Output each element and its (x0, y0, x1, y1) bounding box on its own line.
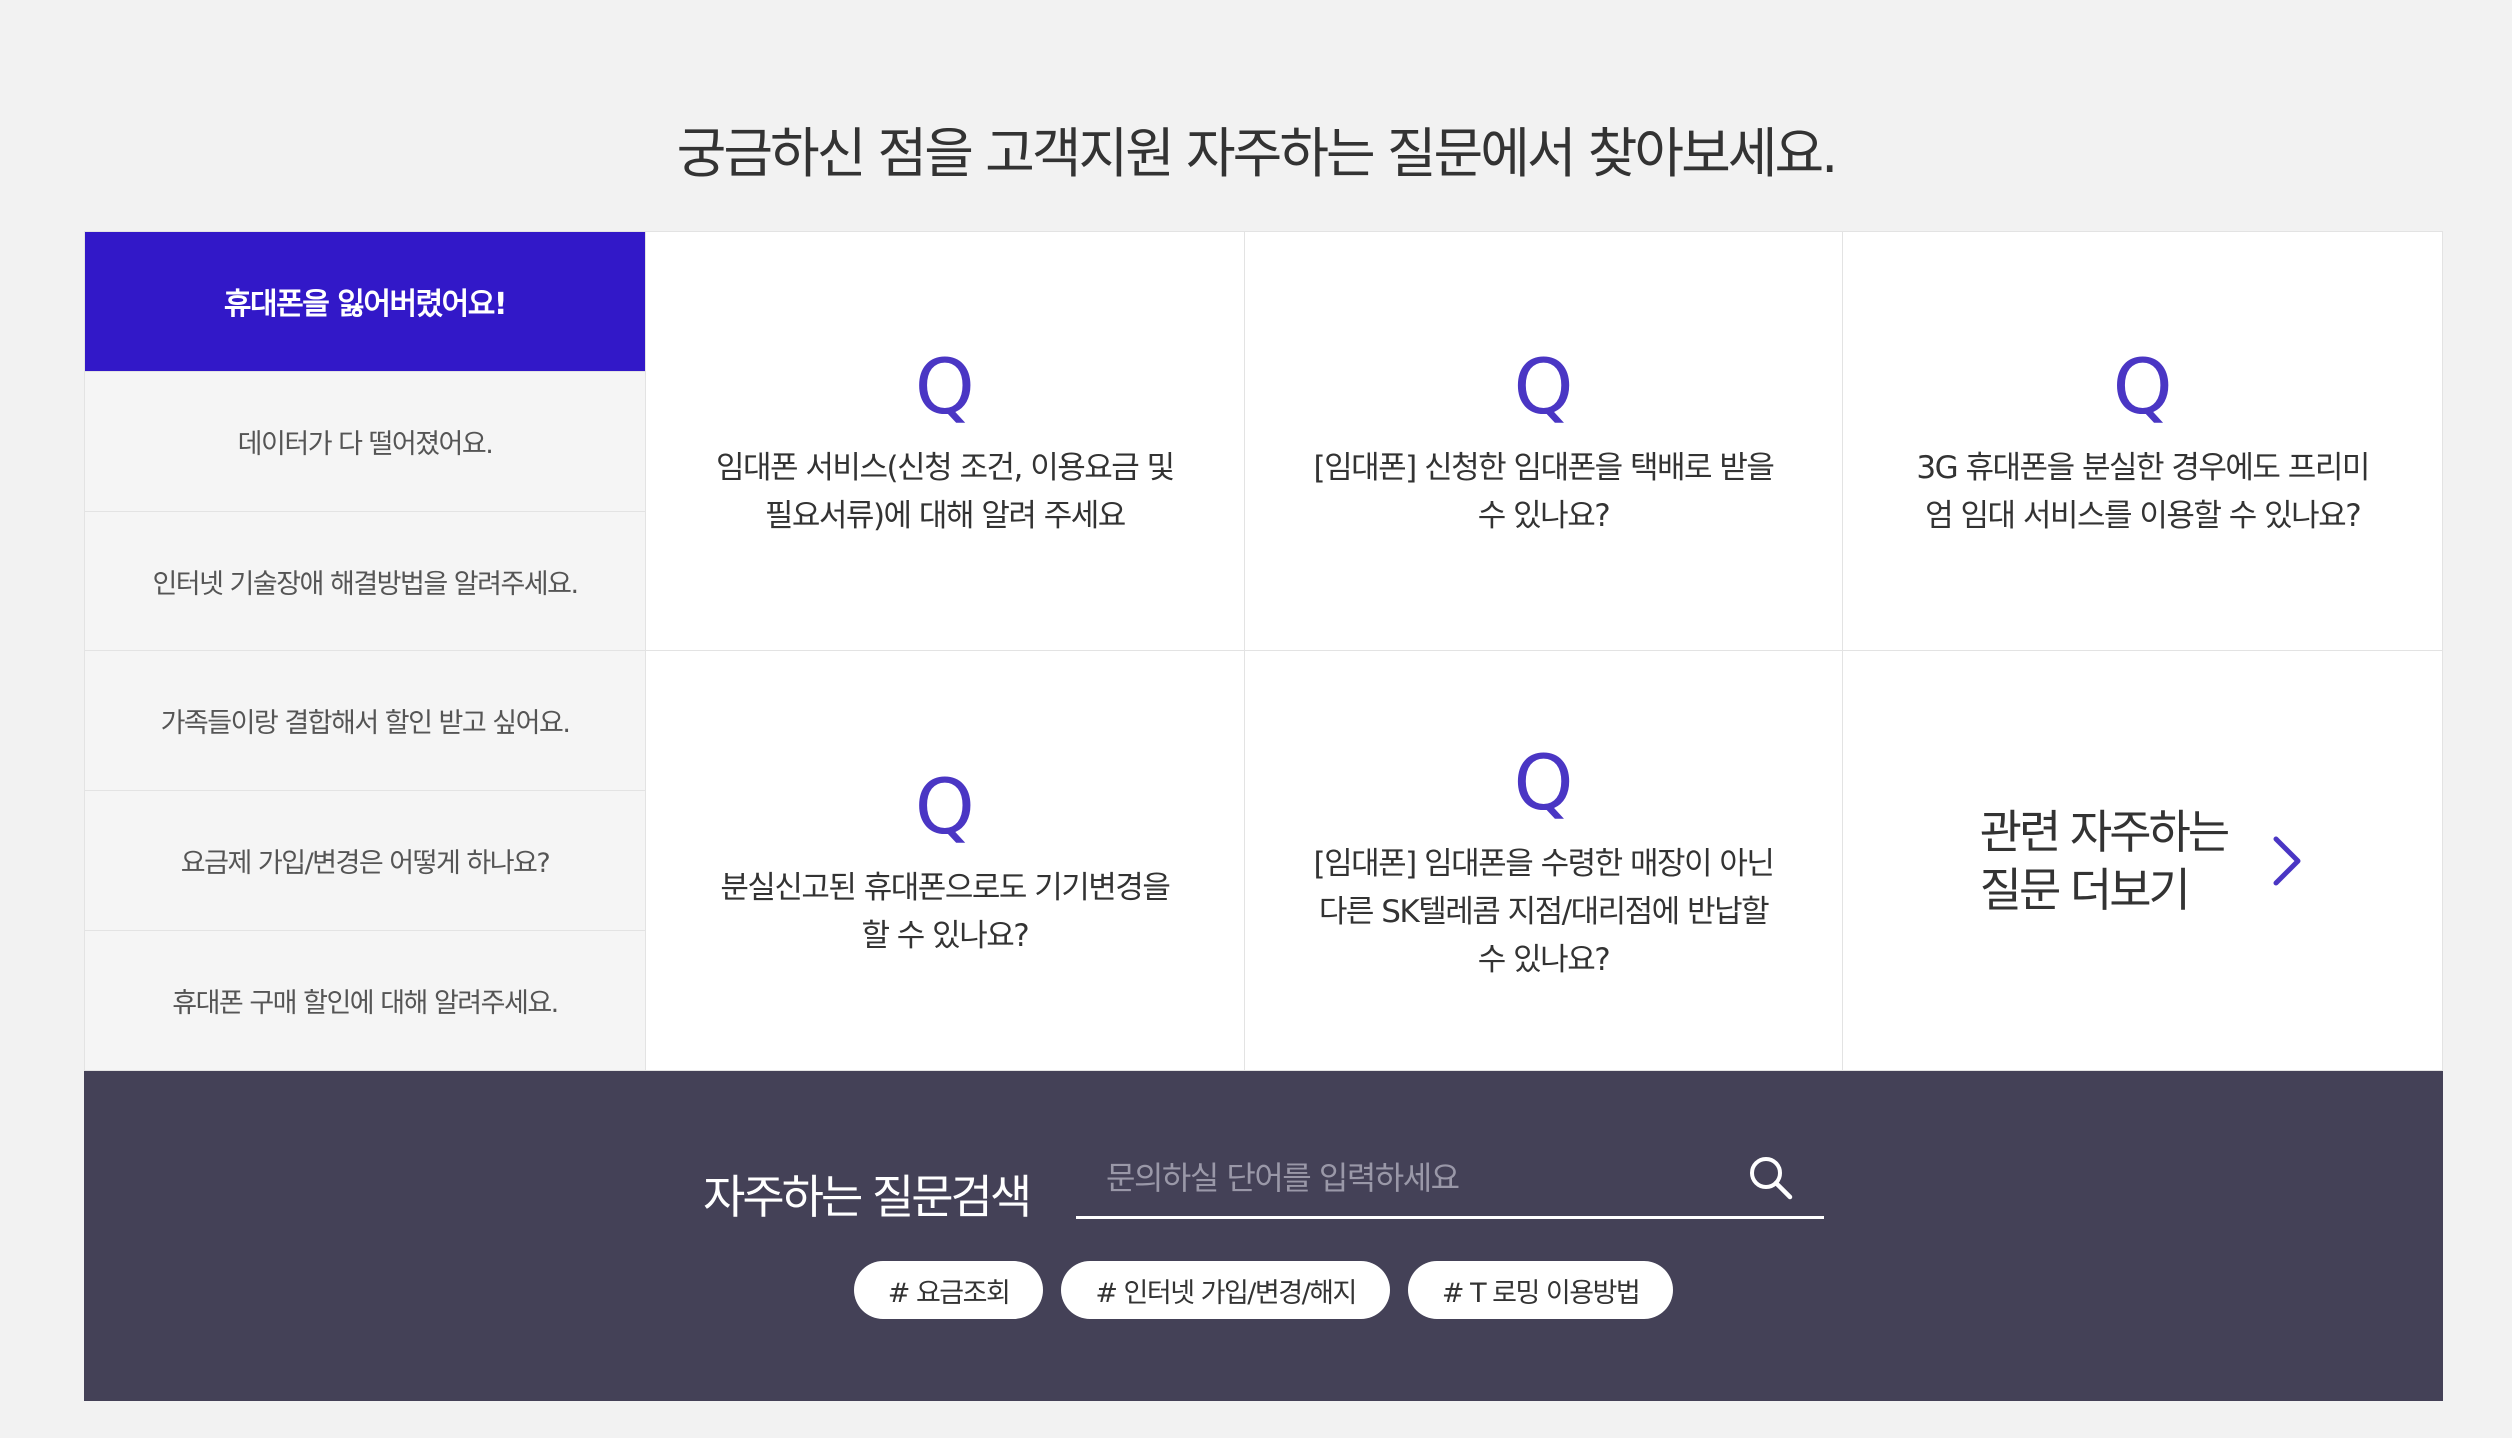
more-questions-label: 관련 자주하는 질문 더보기 (1979, 804, 2231, 917)
q-mark-icon: Q (2112, 342, 2173, 431)
hashtag-internet[interactable]: # 인터넷 가입/변경/해지 (1061, 1261, 1390, 1319)
q-mark-icon: Q (914, 342, 975, 431)
question-card[interactable]: Q [임대폰] 임대폰을 수령한 매장이 아닌 다른 SK텔레콤 지점/대리점에… (1245, 651, 1844, 1070)
question-text: 분실신고된 휴대폰으로도 기기변경을 할 수 있나요? (720, 869, 1171, 954)
category-item-plan-change[interactable]: 요금제 가입/변경은 어떻게 하나요? (85, 791, 645, 932)
question-card[interactable]: Q 3G 휴대폰을 분실한 경우에도 프리미엄 임대 서비스를 이용할 수 있나… (1843, 232, 2442, 651)
search-label: 자주하는 질문검색 (703, 1170, 1032, 1224)
chevron-right-icon (2273, 836, 2301, 885)
question-card[interactable]: Q 임대폰 서비스(신청 조건, 이용요금 및 필요서류)에 대해 알려 주세요 (646, 232, 1245, 651)
category-list: 휴대폰을 잃어버렸어요! 데이터가 다 떨어졌어요. 인터넷 기술장애 해결방법… (85, 232, 646, 1070)
question-card[interactable]: Q [임대폰] 신청한 임대폰을 택배로 받을 수 있나요? (1244, 232, 1844, 651)
q-mark-icon: Q (1513, 737, 1574, 827)
category-item-internet[interactable]: 인터넷 기술장애 해결방법을 알려주세요. (85, 511, 645, 652)
question-text: [임대폰] 임대폰을 수령한 매장이 아닌 다른 SK텔레콤 지점/대리점에 반… (1313, 845, 1775, 978)
question-grid: Q 임대폰 서비스(신청 조건, 이용요금 및 필요서류)에 대해 알려 주세요… (646, 232, 2442, 1070)
page-title: 궁금하신 점을 고객지원 자주하는 질문에서 찾아보세요. (676, 122, 1839, 186)
q-mark-icon: Q (1513, 342, 1574, 431)
search-button[interactable] (1746, 1153, 1796, 1203)
question-card[interactable]: Q 분실신고된 휴대폰으로도 기기변경을 할 수 있나요? (646, 651, 1245, 1070)
hashtag-roaming[interactable]: # T 로밍 이용방법 (1407, 1261, 1674, 1319)
category-item-lost-phone[interactable]: 휴대폰을 잃어버렸어요! (85, 232, 645, 372)
q-mark-icon: Q (914, 761, 975, 851)
hashtag-list: # 요금조회 # 인터넷 가입/변경/해지 # T 로밍 이용방법 (84, 1261, 2443, 1319)
faq-search-section: 자주하는 질문검색 # 요금조회 # 인터넷 가입/변경/해지 # T 로밍 이… (84, 1071, 2443, 1401)
search-field (1076, 1141, 1824, 1219)
faq-panel: 휴대폰을 잃어버렸어요! 데이터가 다 떨어졌어요. 인터넷 기술장애 해결방법… (84, 231, 2443, 1071)
question-text: 3G 휴대폰을 분실한 경우에도 프리미엄 임대 서비스를 이용할 수 있나요? (1916, 450, 2370, 534)
category-item-data[interactable]: 데이터가 다 떨어졌어요. (85, 371, 645, 512)
search-input[interactable] (1076, 1141, 1736, 1215)
hashtag-billing[interactable]: # 요금조회 (853, 1261, 1044, 1319)
more-questions-button[interactable]: 관련 자주하는 질문 더보기 (1843, 651, 2442, 1070)
question-text: [임대폰] 신청한 임대폰을 택배로 받을 수 있나요? (1313, 450, 1775, 534)
category-item-family-discount[interactable]: 가족들이랑 결합해서 할인 받고 싶어요. (85, 651, 645, 792)
category-item-purchase-discount[interactable]: 휴대폰 구매 할인에 대해 알려주세요. (85, 931, 645, 1070)
question-text: 임대폰 서비스(신청 조건, 이용요금 및 필요서류)에 대해 알려 주세요 (715, 450, 1175, 534)
search-icon (1750, 1157, 1793, 1200)
